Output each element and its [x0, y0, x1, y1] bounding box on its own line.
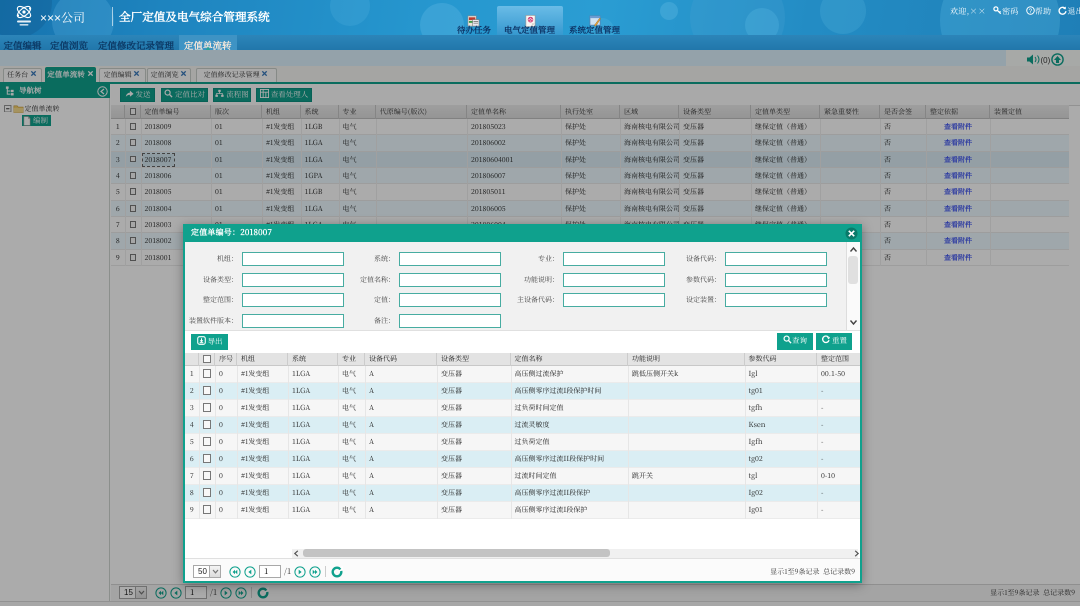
svg-text:?: ? [1028, 7, 1032, 14]
